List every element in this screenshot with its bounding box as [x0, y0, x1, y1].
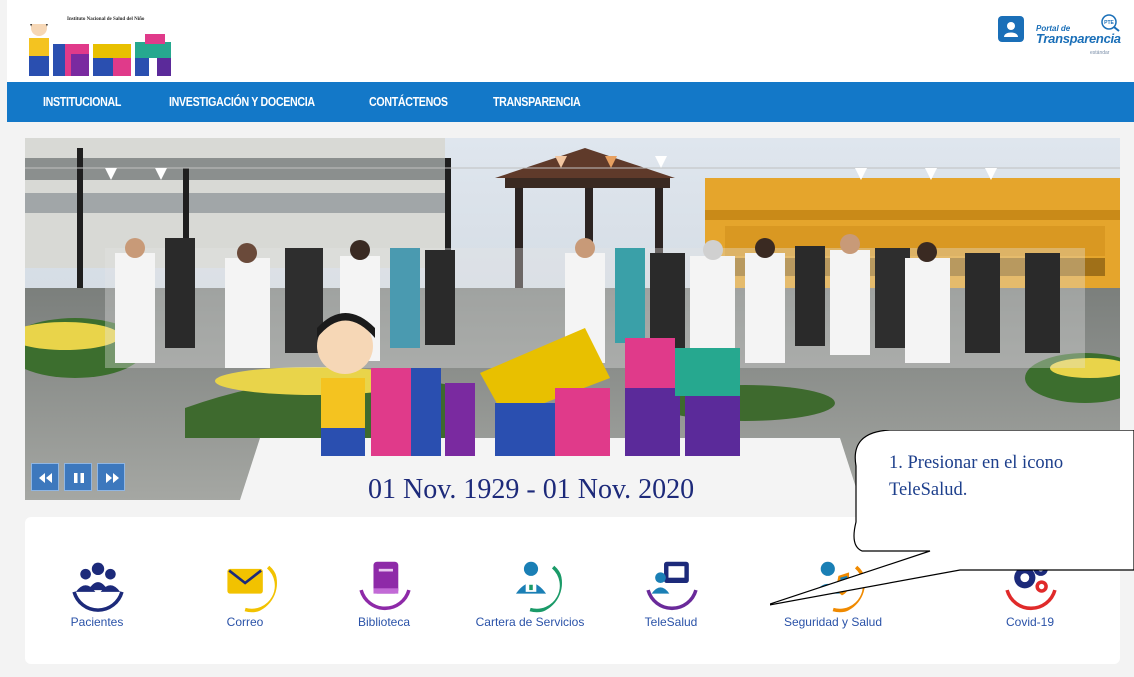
nav-item-transparencia[interactable]: TRANSPARENCIA — [493, 94, 581, 109]
site-header: Instituto Nacional de Salud del Niño Por… — [7, 0, 1134, 82]
mail-icon — [227, 565, 277, 613]
service-cartera[interactable]: Cartera de Servicios — [455, 552, 605, 642]
callout-line1: 1. Presionar en el icono — [889, 453, 1064, 473]
pause-button[interactable] — [64, 463, 92, 491]
pte-badge-text: PTE — [1104, 20, 1114, 26]
rewind-icon — [39, 473, 52, 483]
nav-item-institucional[interactable]: INSTITUCIONAL — [43, 94, 121, 109]
staff-group — [105, 234, 1085, 368]
fast-forward-icon — [106, 473, 119, 483]
service-correo[interactable]: Correo — [170, 552, 320, 642]
rewind-button[interactable] — [31, 463, 59, 491]
service-pacientes[interactable]: Pacientes — [22, 552, 172, 642]
service-label: Biblioteca — [357, 615, 411, 629]
fast-forward-button[interactable] — [97, 463, 125, 491]
portal-transparencia-link[interactable]: Portal de Transparencia estándar PTE — [992, 14, 1132, 58]
callout-text: 1. Presionar en el icono TeleSalud. — [889, 450, 1129, 504]
book-icon — [359, 561, 411, 611]
insn-logo[interactable]: Instituto Nacional de Salud del Niño — [27, 14, 177, 80]
logo-institution-name: Instituto Nacional de Salud del Niño — [67, 17, 145, 22]
callout-line2: TeleSalud. — [889, 480, 968, 500]
service-telesalud[interactable]: TeleSalud — [596, 552, 746, 642]
insn-logo-letters — [29, 24, 171, 76]
service-label: Correo — [226, 615, 264, 629]
service-biblioteca[interactable]: Biblioteca — [309, 552, 459, 642]
service-label: TeleSalud — [644, 615, 698, 629]
doctor-icon — [515, 561, 562, 613]
main-nav: INSTITUCIONAL INVESTIGACIÓN Y DOCENCIA C… — [7, 82, 1134, 122]
telehealth-icon — [646, 561, 698, 611]
portal-label-line3: estándar — [1090, 50, 1110, 56]
user-icon — [998, 16, 1024, 42]
portal-label-line2: Transparencia — [1036, 31, 1121, 46]
pause-icon — [74, 473, 84, 483]
nav-item-contactenos[interactable]: CONTÁCTENOS — [369, 94, 448, 109]
pte-search-icon: PTE — [1101, 14, 1120, 32]
banner-date-text: 01 Nov. 1929 - 01 Nov. 2020 — [368, 474, 695, 500]
patients-icon — [72, 562, 124, 612]
service-label: Pacientes — [70, 615, 124, 629]
service-label: Cartera de Servicios — [475, 615, 585, 629]
nav-item-investigacion[interactable]: INVESTIGACIÓN Y DOCENCIA — [169, 94, 315, 109]
